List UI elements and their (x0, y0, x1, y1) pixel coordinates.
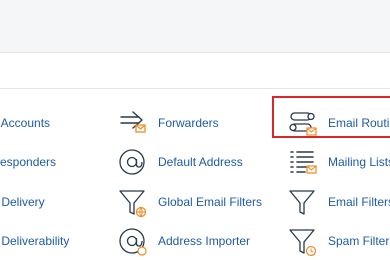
global-email-filters-icon[interactable] (118, 187, 148, 217)
default-address-icon[interactable] (118, 147, 148, 177)
email-filters-icon[interactable] (288, 187, 318, 217)
email-page: l ail Accounts toresponders ck Delivery … (0, 0, 390, 260)
address-importer-link[interactable]: Address Importer (158, 234, 250, 248)
mailing-lists-icon[interactable] (288, 147, 318, 177)
section-divider (0, 88, 390, 89)
mailing-lists-link[interactable]: Mailing Lists (328, 155, 390, 169)
header-bar (0, 0, 390, 53)
forwarders-link[interactable]: Forwarders (158, 116, 219, 130)
forwarders-icon[interactable] (118, 108, 148, 138)
email-filters-link[interactable]: Email Filters (328, 195, 390, 209)
email-deliverability-link[interactable]: ail Deliverability (0, 234, 69, 248)
default-address-link[interactable]: Default Address (158, 155, 243, 169)
autoresponders-link[interactable]: toresponders (0, 155, 56, 169)
email-accounts-link[interactable]: ail Accounts (0, 116, 50, 130)
spam-filters-icon[interactable] (288, 226, 318, 256)
global-email-filters-link[interactable]: Global Email Filters (158, 195, 262, 209)
track-delivery-link[interactable]: ck Delivery (0, 195, 45, 209)
email-routing-highlight (272, 96, 390, 138)
spam-filters-link[interactable]: Spam Filters (328, 234, 390, 248)
address-importer-icon[interactable] (118, 226, 148, 256)
